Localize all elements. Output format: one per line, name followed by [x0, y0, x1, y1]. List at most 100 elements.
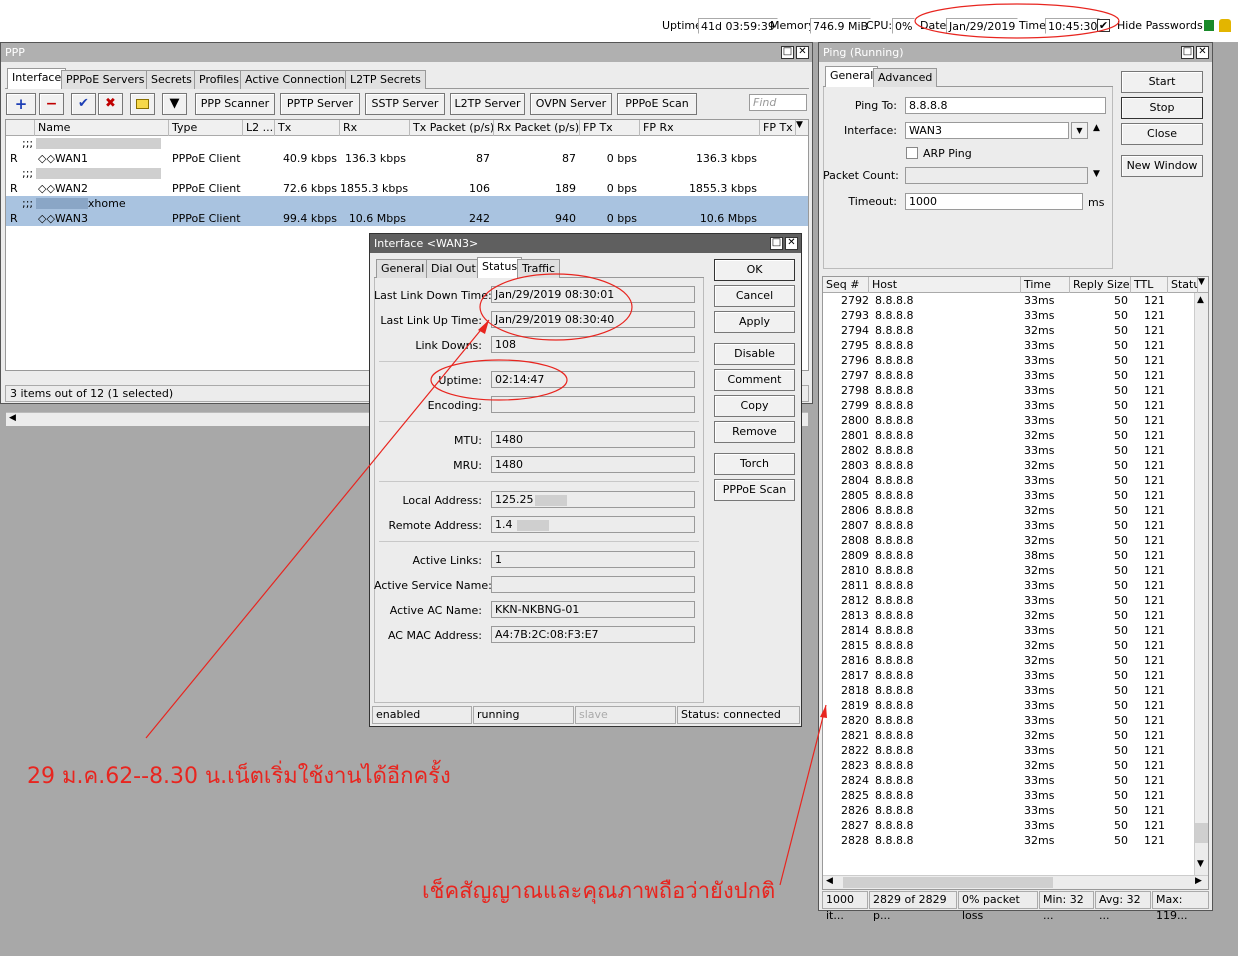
scroll-right-icon[interactable]: ▶ — [1195, 876, 1202, 886]
packet-count-input[interactable] — [905, 167, 1088, 184]
ok-button[interactable]: OK — [714, 259, 795, 281]
scroll-up-icon[interactable]: ▲ — [1197, 295, 1204, 305]
ping-row[interactable]: 2806 8.8.8.8 32ms 50 121 — [823, 503, 1193, 518]
col-rx-packet[interactable]: Rx Packet (p/s) — [494, 120, 580, 136]
col-status[interactable]: Statu — [1168, 277, 1198, 293]
ping-row[interactable]: 2812 8.8.8.8 33ms 50 121 — [823, 593, 1193, 608]
ping-row[interactable]: 2823 8.8.8.8 32ms 50 121 — [823, 758, 1193, 773]
ping-row[interactable]: 2799 8.8.8.8 33ms 50 121 — [823, 398, 1193, 413]
tab-secrets[interactable]: Secrets — [146, 70, 197, 89]
col-tx-packet[interactable]: Tx Packet (p/s) — [410, 120, 494, 136]
col-fp-tx-2[interactable]: FP Tx — [760, 120, 796, 136]
stop-button[interactable]: Stop — [1121, 97, 1203, 119]
ping-to-input[interactable]: 8.8.8.8 — [905, 97, 1106, 114]
ping-row[interactable]: 2818 8.8.8.8 33ms 50 121 — [823, 683, 1193, 698]
pptp-server-button[interactable]: PPTP Server — [280, 93, 360, 115]
tab-active-connections[interactable]: Active Connections — [240, 70, 356, 89]
columns-dropdown-icon[interactable]: ▼ — [1198, 277, 1205, 287]
pppoe-scan-button[interactable]: PPPoE Scan — [617, 93, 697, 115]
ping-row[interactable]: 2822 8.8.8.8 33ms 50 121 — [823, 743, 1193, 758]
col-type[interactable]: Type — [169, 120, 243, 136]
ping-row[interactable]: 2814 8.8.8.8 33ms 50 121 — [823, 623, 1193, 638]
col-time[interactable]: Time — [1021, 277, 1070, 293]
arp-ping-checkbox[interactable] — [906, 147, 918, 159]
columns-dropdown-icon[interactable]: ▼ — [796, 120, 803, 130]
col-l2[interactable]: L2 ... — [243, 120, 275, 136]
col-seq[interactable]: Seq # — [823, 277, 869, 293]
tab-general[interactable]: General — [825, 66, 879, 87]
tab-profiles[interactable]: Profiles — [194, 70, 244, 89]
ping-row[interactable]: 2801 8.8.8.8 32ms 50 121 — [823, 428, 1193, 443]
tab-advanced[interactable]: Advanced — [873, 68, 938, 87]
copy-button[interactable]: Copy — [714, 395, 795, 417]
scroll-left-icon[interactable]: ◀ — [9, 413, 16, 423]
expand-icon[interactable]: ▼ — [1093, 169, 1100, 179]
comment-icon[interactable] — [130, 93, 155, 115]
ping-row[interactable]: 2797 8.8.8.8 33ms 50 121 — [823, 368, 1193, 383]
ping-row[interactable]: 2800 8.8.8.8 33ms 50 121 — [823, 413, 1193, 428]
find-input[interactable]: Find — [749, 94, 807, 111]
vertical-scrollbar[interactable]: ▲ ▼ — [1194, 293, 1208, 875]
scroll-thumb[interactable] — [1195, 823, 1208, 843]
disable-icon[interactable]: ✖ — [98, 93, 123, 115]
tab-interface[interactable]: Interface — [7, 68, 67, 89]
collapse-icon[interactable]: ▲ — [1093, 123, 1100, 133]
start-button[interactable]: Start — [1121, 71, 1203, 93]
remove-button[interactable]: Remove — [714, 421, 795, 443]
timeout-input[interactable]: 1000 — [905, 193, 1083, 210]
ping-row[interactable]: 2816 8.8.8.8 32ms 50 121 — [823, 653, 1193, 668]
col-fp-tx[interactable]: FP Tx — [580, 120, 640, 136]
ovpn-server-button[interactable]: OVPN Server — [530, 93, 612, 115]
ping-row[interactable]: 2803 8.8.8.8 32ms 50 121 — [823, 458, 1193, 473]
tab-traffic[interactable]: Traffic — [517, 259, 561, 278]
apply-button[interactable]: Apply — [714, 311, 795, 333]
scroll-thumb[interactable] — [843, 877, 1053, 888]
col-name[interactable]: Name — [35, 120, 169, 136]
enable-icon[interactable]: ✔ — [71, 93, 96, 115]
interface-select[interactable]: WAN3 — [905, 122, 1069, 139]
ping-row[interactable]: 2810 8.8.8.8 32ms 50 121 — [823, 563, 1193, 578]
ping-row[interactable]: 2809 8.8.8.8 38ms 50 121 — [823, 548, 1193, 563]
pppoe-scan-button[interactable]: PPPoE Scan — [714, 479, 795, 501]
ping-row[interactable]: 2793 8.8.8.8 33ms 50 121 — [823, 308, 1193, 323]
ping-row[interactable]: 2813 8.8.8.8 32ms 50 121 — [823, 608, 1193, 623]
ping-row[interactable]: 2802 8.8.8.8 33ms 50 121 — [823, 443, 1193, 458]
new-window-button[interactable]: New Window — [1121, 155, 1203, 177]
ping-row[interactable]: 2792 8.8.8.8 33ms 50 121 — [823, 293, 1193, 308]
ping-row[interactable]: 2819 8.8.8.8 33ms 50 121 — [823, 698, 1193, 713]
add-icon[interactable]: + — [6, 93, 36, 115]
tab-l2tp-secrets[interactable]: L2TP Secrets — [345, 70, 426, 89]
ping-row[interactable]: 2805 8.8.8.8 33ms 50 121 — [823, 488, 1193, 503]
ping-row[interactable]: 2821 8.8.8.8 32ms 50 121 — [823, 728, 1193, 743]
ping-row[interactable]: 2828 8.8.8.8 32ms 50 121 — [823, 833, 1193, 848]
horizontal-scrollbar[interactable]: ◀ ▶ — [823, 875, 1208, 889]
ping-row[interactable]: 2824 8.8.8.8 33ms 50 121 — [823, 773, 1193, 788]
maximize-icon[interactable]: □ — [1181, 46, 1194, 59]
filter-icon[interactable]: ▼ — [162, 93, 187, 115]
col-tx[interactable]: Tx — [275, 120, 340, 136]
col-rx[interactable]: Rx — [340, 120, 410, 136]
ping-row[interactable]: 2825 8.8.8.8 33ms 50 121 — [823, 788, 1193, 803]
ping-row[interactable]: 2815 8.8.8.8 32ms 50 121 — [823, 638, 1193, 653]
torch-button[interactable]: Torch — [714, 453, 795, 475]
ppp-scanner-button[interactable]: PPP Scanner — [195, 93, 275, 115]
tab-general[interactable]: General — [376, 259, 430, 278]
sstp-server-button[interactable]: SSTP Server — [365, 93, 445, 115]
l2tp-server-button[interactable]: L2TP Server — [450, 93, 525, 115]
tab-dial-out[interactable]: Dial Out — [426, 259, 481, 278]
col-ttl[interactable]: TTL — [1131, 277, 1168, 293]
ping-row[interactable]: 2794 8.8.8.8 32ms 50 121 — [823, 323, 1193, 338]
chevron-down-icon[interactable]: ▼ — [1071, 122, 1088, 139]
cancel-button[interactable]: Cancel — [714, 285, 795, 307]
close-icon[interactable]: ✕ — [1196, 46, 1209, 59]
table-row-selected[interactable]: ;;; 5871@fttxhome R ◇◇WAN3 PPPoE Client … — [6, 196, 808, 226]
ping-row[interactable]: 2807 8.8.8.8 33ms 50 121 — [823, 518, 1193, 533]
col-fp-rx[interactable]: FP Rx — [640, 120, 760, 136]
ping-row[interactable]: 2804 8.8.8.8 33ms 50 121 — [823, 473, 1193, 488]
scroll-down-icon[interactable]: ▼ — [1197, 859, 1204, 869]
col-host[interactable]: Host — [869, 277, 1021, 293]
table-row[interactable]: ;;; R ◇◇WAN1 PPPoE Client 40.9 kbps 136.… — [6, 136, 808, 166]
maximize-icon[interactable]: □ — [781, 46, 794, 59]
ping-row[interactable]: 2811 8.8.8.8 33ms 50 121 — [823, 578, 1193, 593]
disable-button[interactable]: Disable — [714, 343, 795, 365]
